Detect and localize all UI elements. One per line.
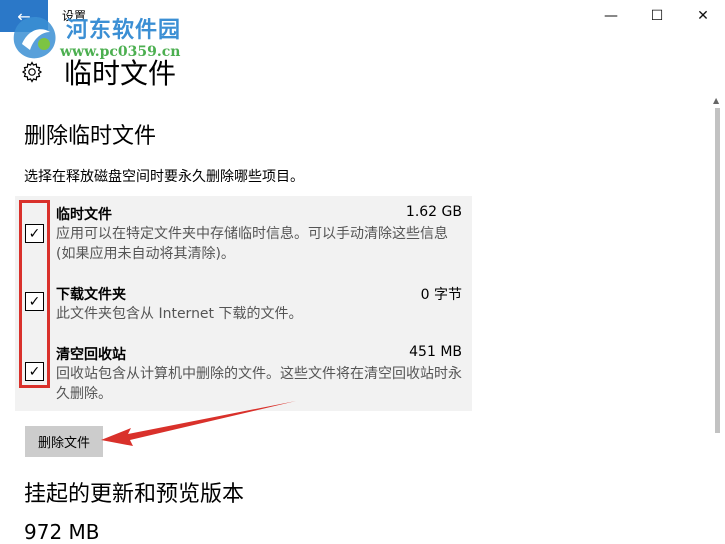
minimize-button[interactable]: — bbox=[588, 0, 634, 32]
section-title-pending-updates: 挂起的更新和预览版本 bbox=[24, 482, 245, 507]
item-description: 应用可以在特定文件夹中存储临时信息。可以手动清除这些信息(如果应用未自动将其清除… bbox=[56, 226, 448, 262]
maximize-icon: ☐ bbox=[650, 8, 664, 24]
section-title-temp-files: 删除临时文件 bbox=[24, 124, 157, 149]
item-description: 此文件夹包含从 Internet 下载的文件。 bbox=[56, 306, 303, 322]
gear-icon bbox=[21, 61, 43, 83]
scrollbar-thumb[interactable] bbox=[715, 108, 720, 433]
item-name: 下载文件夹 bbox=[56, 287, 126, 303]
maximize-button[interactable]: ☐ bbox=[634, 0, 680, 32]
item-description: 回收站包含从计算机中删除的文件。这些文件将在清空回收站时永久删除。 bbox=[56, 366, 462, 402]
page-title: 临时文件 bbox=[64, 57, 177, 90]
item-name: 临时文件 bbox=[56, 207, 112, 223]
delete-files-button[interactable]: 删除文件 bbox=[25, 426, 103, 457]
item-name: 清空回收站 bbox=[56, 347, 126, 363]
close-icon: ✕ bbox=[697, 8, 709, 24]
temp-items-panel: ✓ 临时文件 1.62 GB 应用可以在特定文件夹中存储临时信息。可以手动清除这… bbox=[15, 196, 472, 411]
minimize-icon: — bbox=[604, 8, 618, 24]
annotation-highlight-box bbox=[19, 200, 50, 388]
page-header: 临时文件 bbox=[20, 52, 176, 92]
item-size: 451 MB bbox=[409, 344, 462, 360]
close-button[interactable]: ✕ bbox=[680, 0, 725, 32]
item-size: 0 字节 bbox=[420, 287, 462, 303]
watermark-text: 河东软件园 bbox=[66, 17, 182, 43]
section-description: 选择在释放磁盘空间时要永久删除哪些项目。 bbox=[24, 169, 304, 185]
item-size: 1.62 GB bbox=[405, 204, 462, 220]
pending-size-value: 972 MB bbox=[24, 520, 100, 544]
scroll-up-icon[interactable]: ▲ bbox=[713, 96, 719, 105]
